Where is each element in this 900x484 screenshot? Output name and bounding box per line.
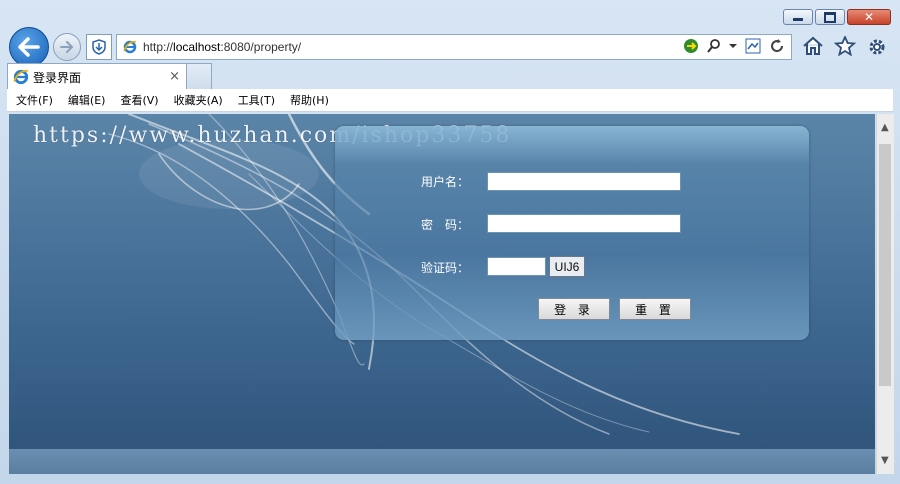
browser-toolbar-right xyxy=(802,36,888,58)
compatibility-page-icon[interactable] xyxy=(745,38,761,54)
forward-arrow-icon xyxy=(60,41,74,53)
menu-bar: 文件(F) 编辑(E) 查看(V) 收藏夹(A) 工具(T) 帮助(H) xyxy=(7,89,893,112)
search-icon[interactable] xyxy=(707,38,721,54)
captcha-image[interactable]: UIJ6 xyxy=(549,256,585,277)
ie-tab-icon xyxy=(13,69,29,85)
tab-login-page[interactable]: 登录界面 × xyxy=(7,63,187,90)
settings-gear-icon[interactable] xyxy=(866,36,888,58)
compatibility-view-button[interactable] xyxy=(86,34,112,60)
dropdown-arrow-icon[interactable] xyxy=(729,38,737,54)
ie-logo-icon xyxy=(123,40,137,54)
menu-favorites[interactable]: 收藏夹(A) xyxy=(174,92,223,108)
menu-help[interactable]: 帮助(H) xyxy=(290,92,329,108)
url-path: :8080/property/ xyxy=(220,40,302,54)
page-footer-band xyxy=(9,449,875,474)
password-label: 密 码： xyxy=(421,218,470,232)
maximize-button[interactable] xyxy=(815,9,845,25)
vertical-scrollbar[interactable]: ▲ ▼ xyxy=(876,114,894,474)
forward-button[interactable] xyxy=(53,33,81,61)
favorites-star-icon[interactable] xyxy=(834,36,856,56)
back-button[interactable] xyxy=(9,27,49,67)
restore-icon xyxy=(824,11,836,23)
password-input[interactable] xyxy=(487,214,681,233)
address-bar-tools xyxy=(683,38,785,54)
browser-window: ✕ http://localhost:8080/property/ 登录界面 ×… xyxy=(0,0,900,484)
back-arrow-icon xyxy=(18,37,40,57)
url-host: localhost xyxy=(173,40,221,54)
username-input[interactable] xyxy=(487,172,681,191)
tab-title: 登录界面 xyxy=(33,70,82,85)
refresh-icon[interactable] xyxy=(769,38,785,54)
menu-edit[interactable]: 编辑(E) xyxy=(68,92,106,108)
new-tab-button[interactable] xyxy=(186,63,212,89)
minimize-icon xyxy=(793,18,803,21)
scroll-thumb[interactable] xyxy=(879,144,891,386)
tab-close-button[interactable]: × xyxy=(169,69,180,84)
username-label: 用户名： xyxy=(421,175,470,189)
menu-tools[interactable]: 工具(T) xyxy=(238,92,275,108)
captcha-input[interactable] xyxy=(487,257,546,276)
menu-file[interactable]: 文件(F) xyxy=(16,92,53,108)
go-icon[interactable] xyxy=(683,38,699,54)
menu-view[interactable]: 查看(V) xyxy=(120,92,158,108)
login-panel: 用户名： 密 码： 验证码： UIJ6 登 录 重 置 xyxy=(335,126,809,340)
captcha-label: 验证码： xyxy=(421,261,470,275)
login-button[interactable]: 登 录 xyxy=(538,298,610,320)
url-prefix: http:// xyxy=(143,40,174,54)
close-icon: ✕ xyxy=(863,10,875,24)
page-viewport: https://www.huzhan.com/ishop33758 用户名： 密… xyxy=(9,114,875,474)
reset-button[interactable]: 重 置 xyxy=(619,298,691,320)
window-controls: ✕ xyxy=(783,9,891,25)
address-bar[interactable]: http://localhost:8080/property/ xyxy=(116,34,792,60)
url-text: http://localhost:8080/property/ xyxy=(143,40,301,54)
home-icon[interactable] xyxy=(802,36,824,56)
scroll-down-icon[interactable]: ▼ xyxy=(881,455,889,466)
scroll-up-icon[interactable]: ▲ xyxy=(881,122,889,133)
shield-icon xyxy=(92,39,106,55)
minimize-button[interactable] xyxy=(783,9,813,25)
close-window-button[interactable]: ✕ xyxy=(847,9,891,25)
